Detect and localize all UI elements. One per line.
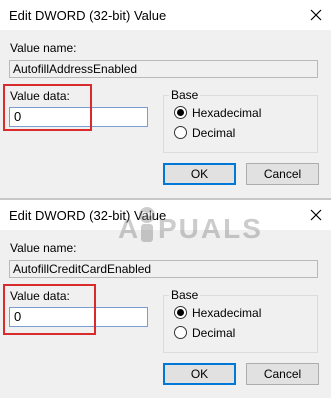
radio-decimal-label: Decimal [192,326,236,340]
base-label: Base [169,88,201,102]
radio-decimal-label: Decimal [192,126,236,140]
close-button[interactable] [301,0,331,30]
dialog-title: Edit DWORD (32-bit) Value [9,8,167,23]
base-label: Base [169,288,201,302]
title-bar: Edit DWORD (32-bit) Value [0,200,331,230]
value-name-label: Value name: [10,41,77,55]
close-icon [310,209,322,221]
radio-unchecked-icon [174,126,187,139]
close-button[interactable] [301,200,331,230]
value-name-label: Value name: [10,241,77,255]
value-name-field: AutofillAddressEnabled [9,60,318,78]
highlight-box [3,84,92,131]
edit-dword-dialog-2: Edit DWORD (32-bit) Value Value name: Au… [0,200,331,398]
edit-dword-dialog-1: Edit DWORD (32-bit) Value Value name: Au… [0,0,331,198]
dialog-title: Edit DWORD (32-bit) Value [9,208,167,223]
radio-checked-icon [174,106,187,119]
base-groupbox [163,295,318,353]
ok-button[interactable]: OK [163,163,236,185]
cancel-button[interactable]: Cancel [246,163,319,185]
base-groupbox [163,95,318,153]
radio-checked-icon [174,306,187,319]
value-name-field: AutofillCreditCardEnabled [9,260,318,278]
close-icon [310,9,322,21]
radio-hexadecimal-label: Hexadecimal [192,306,262,320]
title-bar: Edit DWORD (32-bit) Value [0,0,331,30]
radio-unchecked-icon [174,326,187,339]
ok-button[interactable]: OK [163,363,236,385]
cancel-button[interactable]: Cancel [246,363,319,385]
radio-hexadecimal-label: Hexadecimal [192,106,262,120]
highlight-box [3,284,96,335]
